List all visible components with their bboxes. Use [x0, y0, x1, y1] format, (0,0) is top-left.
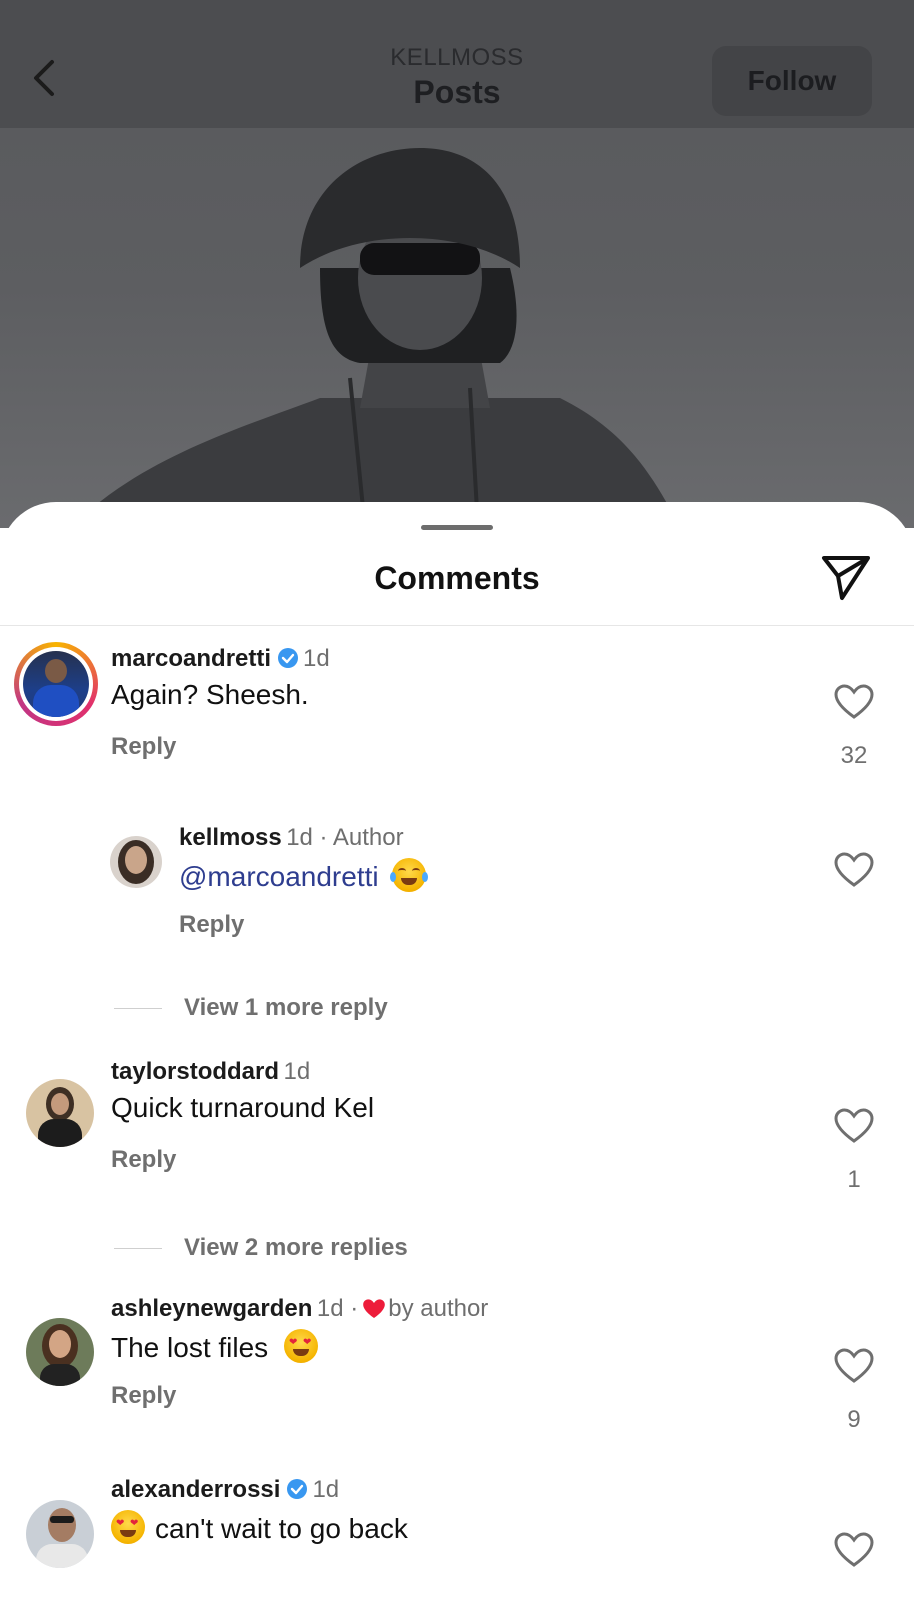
like-heart-icon[interactable] — [834, 684, 874, 720]
post-photo-image — [70, 148, 680, 528]
reply-item: kellmoss 1d · Author @marcoandretti Repl… — [179, 824, 429, 939]
comment-item: marcoandretti 1d Again? Sheesh. Reply — [111, 645, 330, 761]
view-more-label: View 1 more reply — [184, 994, 388, 1021]
sheet-divider — [0, 625, 914, 626]
verified-badge-icon — [287, 1479, 308, 1499]
comment-text: Quick turnaround Kel — [111, 1092, 375, 1123]
like-count: 1 — [847, 1166, 861, 1193]
like-count: 32 — [840, 742, 868, 769]
liked-by-author-heart-icon — [363, 1299, 386, 1318]
comment-time: 1d — [283, 1058, 311, 1085]
avatar[interactable] — [26, 1500, 94, 1568]
reply-button[interactable]: Reply — [111, 1382, 488, 1410]
comment-username[interactable]: marcoandretti — [111, 645, 271, 672]
avatar[interactable] — [26, 1079, 94, 1147]
face-with-tears-of-joy-icon — [390, 858, 429, 892]
comment-text: can't wait to go back — [155, 1513, 408, 1544]
comment-text: Again? Sheesh. — [111, 679, 309, 710]
like-heart-icon[interactable] — [834, 1532, 874, 1568]
like-count: 9 — [847, 1406, 861, 1433]
sheet-drag-handle[interactable] — [421, 525, 493, 530]
comment-time: 1d · — [316, 1295, 359, 1322]
comment-item: ashleynewgarden 1d · by author The lost f… — [111, 1295, 488, 1410]
like-heart-icon[interactable] — [834, 1348, 874, 1384]
share-icon[interactable] — [820, 552, 872, 604]
mention-link[interactable]: @marcoandretti — [179, 861, 379, 892]
smiling-face-with-heart-eyes-icon: ❤ ❤ — [111, 1510, 145, 1544]
avatar[interactable] — [14, 642, 98, 726]
avatar[interactable] — [110, 836, 162, 888]
like-heart-icon[interactable] — [834, 1108, 874, 1144]
reply-button[interactable]: Reply — [179, 911, 426, 939]
view-more-label: View 2 more replies — [184, 1234, 408, 1261]
comment-username[interactable]: taylorstoddard — [111, 1058, 279, 1085]
reply-button[interactable]: Reply — [111, 733, 330, 761]
post-photo[interactable] — [0, 128, 914, 528]
comment-item: taylorstoddard 1d Quick turnaround Kel R… — [111, 1058, 374, 1174]
comment-text: The lost files — [111, 1332, 269, 1363]
comment-time: 1d · Author — [286, 824, 404, 851]
comment-item: alexanderrossi 1d ❤ ❤ can't wait to go ba… — [111, 1476, 408, 1545]
comment-username[interactable]: alexanderrossi — [111, 1476, 280, 1503]
comment-time: 1d — [303, 645, 330, 672]
view-more-replies-button[interactable]: View 1 more reply — [114, 994, 388, 1022]
comment-time: 1d — [312, 1476, 340, 1503]
smiling-face-with-heart-eyes-icon: ❤ ❤ — [283, 1329, 318, 1363]
comment-username[interactable]: kellmoss — [179, 824, 282, 851]
comments-title: Comments — [374, 560, 540, 596]
like-heart-icon[interactable] — [834, 852, 874, 888]
reply-button[interactable]: Reply — [111, 1146, 374, 1174]
view-more-replies-button[interactable]: View 2 more replies — [114, 1234, 408, 1262]
avatar[interactable] — [26, 1318, 94, 1386]
comment-username[interactable]: ashleynewgarden — [111, 1295, 312, 1322]
verified-badge-icon — [278, 648, 299, 668]
follow-button[interactable]: Follow — [712, 46, 872, 116]
liked-by-author-label: by author — [388, 1295, 489, 1322]
